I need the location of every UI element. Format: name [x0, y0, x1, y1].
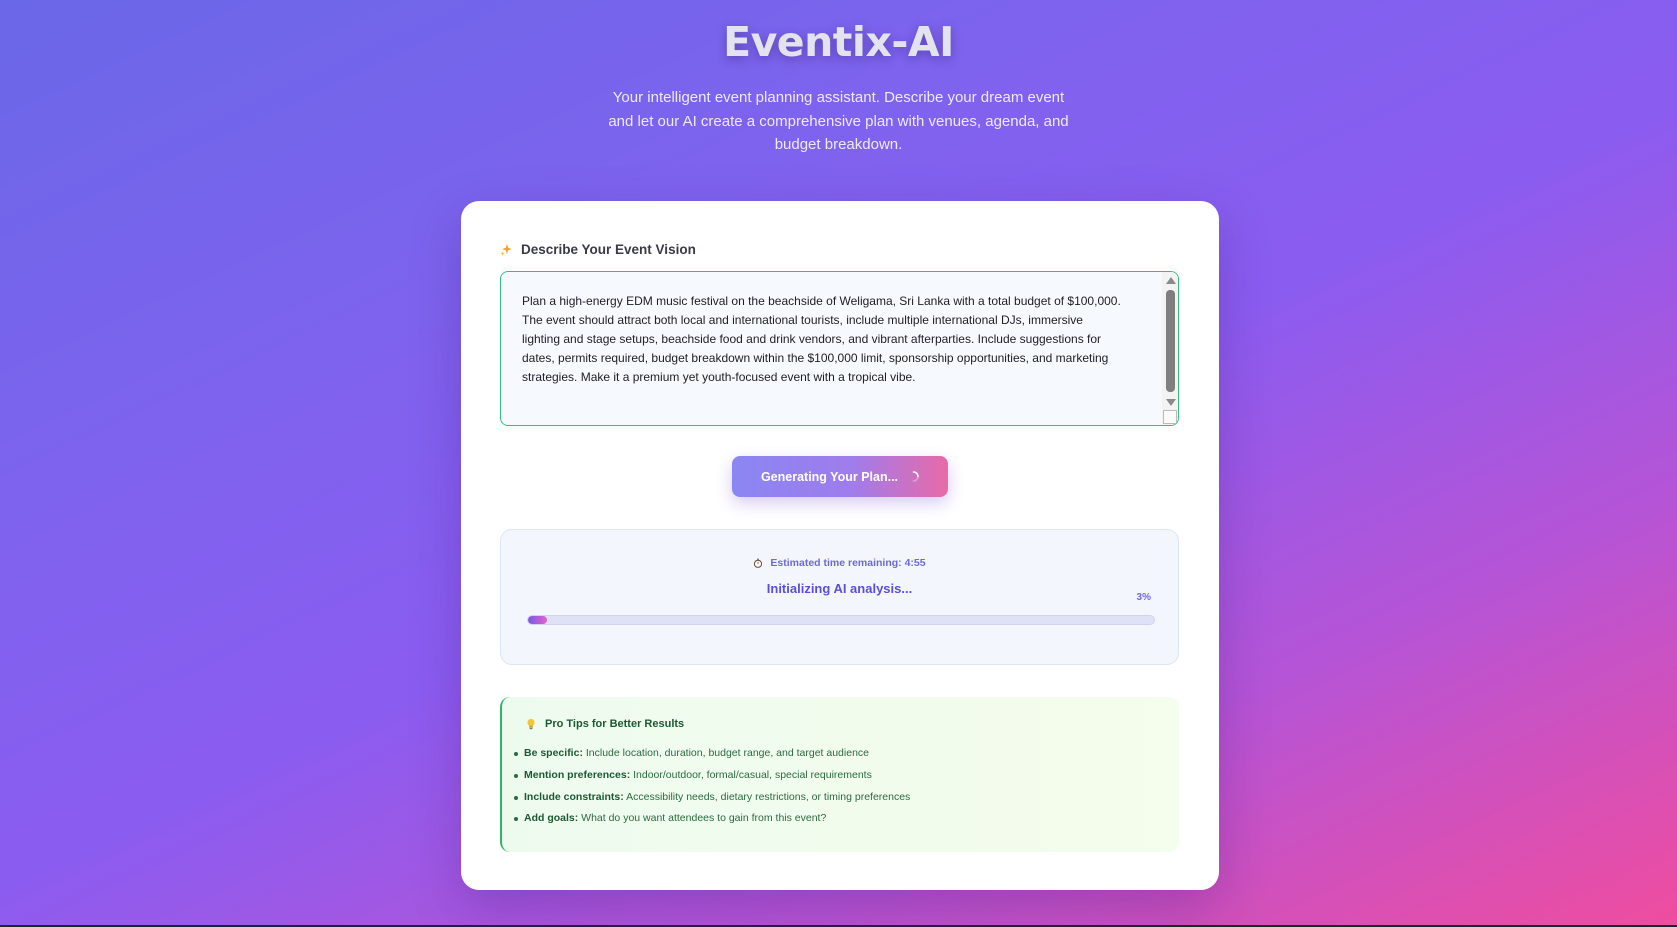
scroll-thumb[interactable]	[1166, 290, 1175, 392]
event-description-value[interactable]: Plan a high-energy EDM music festival on…	[522, 292, 1122, 387]
section-label-text: Describe Your Event Vision	[521, 241, 696, 257]
tip-text: Accessibility needs, dietary restriction…	[623, 790, 911, 803]
planner-card: Describe Your Event Vision Plan a high-e…	[461, 201, 1219, 890]
pro-tips-heading-text: Pro Tips for Better Results	[545, 718, 685, 730]
time-remaining: Estimated time remaining: 4:55	[501, 557, 1178, 569]
scroll-up-arrow-icon[interactable]	[1166, 277, 1176, 284]
tip-text: Indoor/outdoor, formal/casual, special r…	[630, 768, 872, 781]
tip-item: Include constraints: Accessibility needs…	[513, 787, 911, 809]
event-description-textarea[interactable]: Plan a high-energy EDM music festival on…	[500, 271, 1179, 426]
tip-item: Mention preferences: Indoor/outdoor, for…	[513, 765, 910, 787]
section-label: Describe Your Event Vision	[500, 238, 696, 260]
tip-key: Be specific:	[524, 747, 583, 759]
scroll-down-arrow-icon[interactable]	[1166, 399, 1176, 406]
app-subtitle: Your intelligent event planning assistan…	[608, 89, 1069, 153]
generate-plan-button[interactable]: Generating Your Plan...	[732, 456, 948, 497]
progress-bar	[527, 615, 1155, 625]
lightbulb-icon	[526, 718, 536, 730]
tip-item: Add goals: What do you want attendees to…	[513, 808, 910, 830]
pro-tips-list: Be specific: Include location, duration,…	[513, 743, 911, 830]
tip-key: Mention preferences:	[524, 768, 631, 781]
resize-handle-icon[interactable]	[1163, 410, 1177, 424]
textarea-scrollbar[interactable]	[1162, 272, 1178, 425]
progress-percent: 3%	[1136, 592, 1151, 603]
app-title: Eventix-AI	[723, 18, 954, 66]
tip-key: Include constraints:	[524, 790, 624, 803]
tip-key: Add goals:	[524, 812, 579, 825]
tip-item: Be specific: Include location, duration,…	[513, 743, 910, 765]
progress-bar-fill	[528, 616, 547, 624]
pro-tips-heading: Pro Tips for Better Results	[526, 718, 684, 730]
sparkle-icon	[500, 243, 513, 256]
stopwatch-icon	[753, 558, 763, 568]
pro-tips-panel: Pro Tips for Better Results Be specific:…	[500, 697, 1179, 852]
spinner-icon	[908, 471, 919, 482]
generate-plan-button-label: Generating Your Plan...	[760, 469, 899, 484]
progress-panel: Estimated time remaining: 4:55 Initializ…	[500, 529, 1179, 665]
time-remaining-text: Estimated time remaining: 4:55	[770, 557, 926, 569]
tip-text: Include location, duration, budget range…	[582, 747, 869, 759]
tip-text: What do you want attendees to gain from …	[578, 812, 827, 825]
status-text: Initializing AI analysis...	[766, 581, 913, 596]
